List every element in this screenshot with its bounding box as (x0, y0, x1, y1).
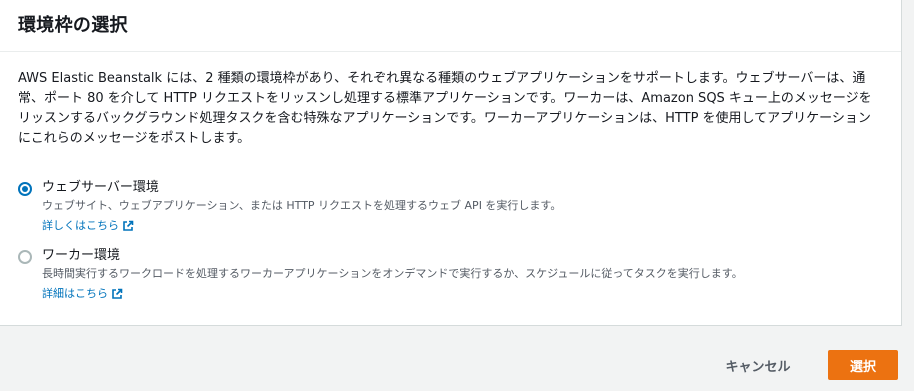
worker-description: 長時間実行するワークロードを処理するワーカーアプリケーションをオンデマンドで実行… (42, 267, 743, 280)
worker-learn-more-link[interactable]: 詳細はこちら (42, 286, 123, 302)
dialog-title: 環境枠の選択 (18, 15, 128, 36)
cancel-button[interactable]: キャンセル (712, 350, 804, 380)
tier-description: AWS Elastic Beanstalk には、2 種類の環境枠があり、それぞ… (18, 71, 872, 146)
web-server-learn-more-text: 詳しくはこちら (42, 219, 119, 232)
worker-radio[interactable] (18, 250, 32, 264)
web-server-description: ウェブサイト、ウェブアプリケーション、または HTTP リクエストを処理するウェ… (42, 199, 562, 212)
environment-tier-dialog: 環境枠の選択 AWS Elastic Beanstalk には、2 種類の環境枠… (0, 0, 902, 326)
external-link-icon (112, 288, 123, 299)
worker-label[interactable]: ワーカー環境 (42, 247, 883, 265)
tier-options: ウェブサーバー環境 ウェブサイト、ウェブアプリケーション、または HTTP リク… (18, 179, 883, 302)
select-button[interactable]: 選択 (828, 350, 898, 380)
dialog-header: 環境枠の選択 (0, 0, 901, 52)
web-server-radio[interactable] (18, 182, 32, 196)
option-web-server: ウェブサーバー環境 ウェブサイト、ウェブアプリケーション、または HTTP リク… (18, 179, 883, 234)
dialog-body: AWS Elastic Beanstalk には、2 種類の環境枠があり、それぞ… (0, 52, 901, 302)
worker-learn-more-text: 詳細はこちら (42, 287, 108, 300)
web-server-label[interactable]: ウェブサーバー環境 (42, 179, 883, 197)
external-link-icon (123, 220, 134, 231)
option-worker: ワーカー環境 長時間実行するワークロードを処理するワーカーアプリケーションをオン… (18, 247, 883, 302)
web-server-learn-more-link[interactable]: 詳しくはこちら (42, 218, 134, 234)
